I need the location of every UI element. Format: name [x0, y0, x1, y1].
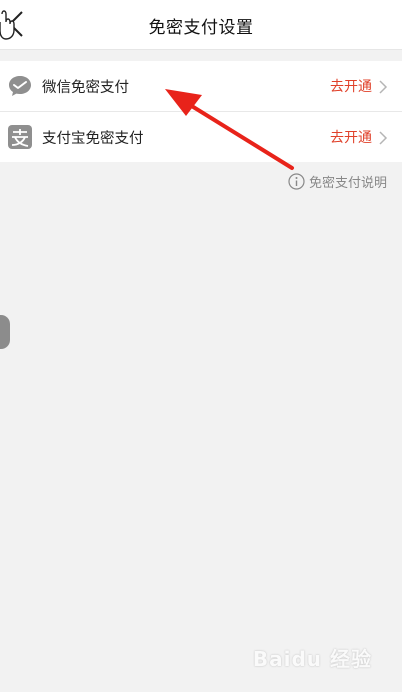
- alipay-payment-row[interactable]: 支付宝免密支付 去开通: [0, 111, 402, 162]
- wechat-enable-link[interactable]: 去开通: [330, 76, 372, 96]
- alipay-enable-link[interactable]: 去开通: [330, 127, 372, 147]
- chevron-right-icon: [378, 130, 388, 145]
- alipay-icon: [8, 125, 32, 149]
- wechat-payment-row[interactable]: 微信免密支付 去开通: [0, 61, 402, 111]
- floating-side-handle[interactable]: [0, 315, 10, 349]
- watermark-logo: Baidu 经验: [252, 647, 372, 671]
- info-icon: [288, 172, 305, 190]
- wechat-payment-label: 微信免密支付: [42, 80, 129, 96]
- payment-list: 微信免密支付 去开通 支付宝免密支付 去开通: [0, 61, 402, 162]
- alipay-payment-label: 支付宝免密支付: [42, 131, 144, 147]
- nav-header: 免密支付设置: [0, 0, 402, 50]
- payment-info-label: 免密支付说明: [308, 175, 387, 191]
- chevron-right-icon: [378, 79, 388, 94]
- wechat-icon: [8, 74, 32, 98]
- page-title: 免密支付设置: [148, 18, 254, 38]
- payment-info-link[interactable]: 免密支付说明: [288, 172, 387, 191]
